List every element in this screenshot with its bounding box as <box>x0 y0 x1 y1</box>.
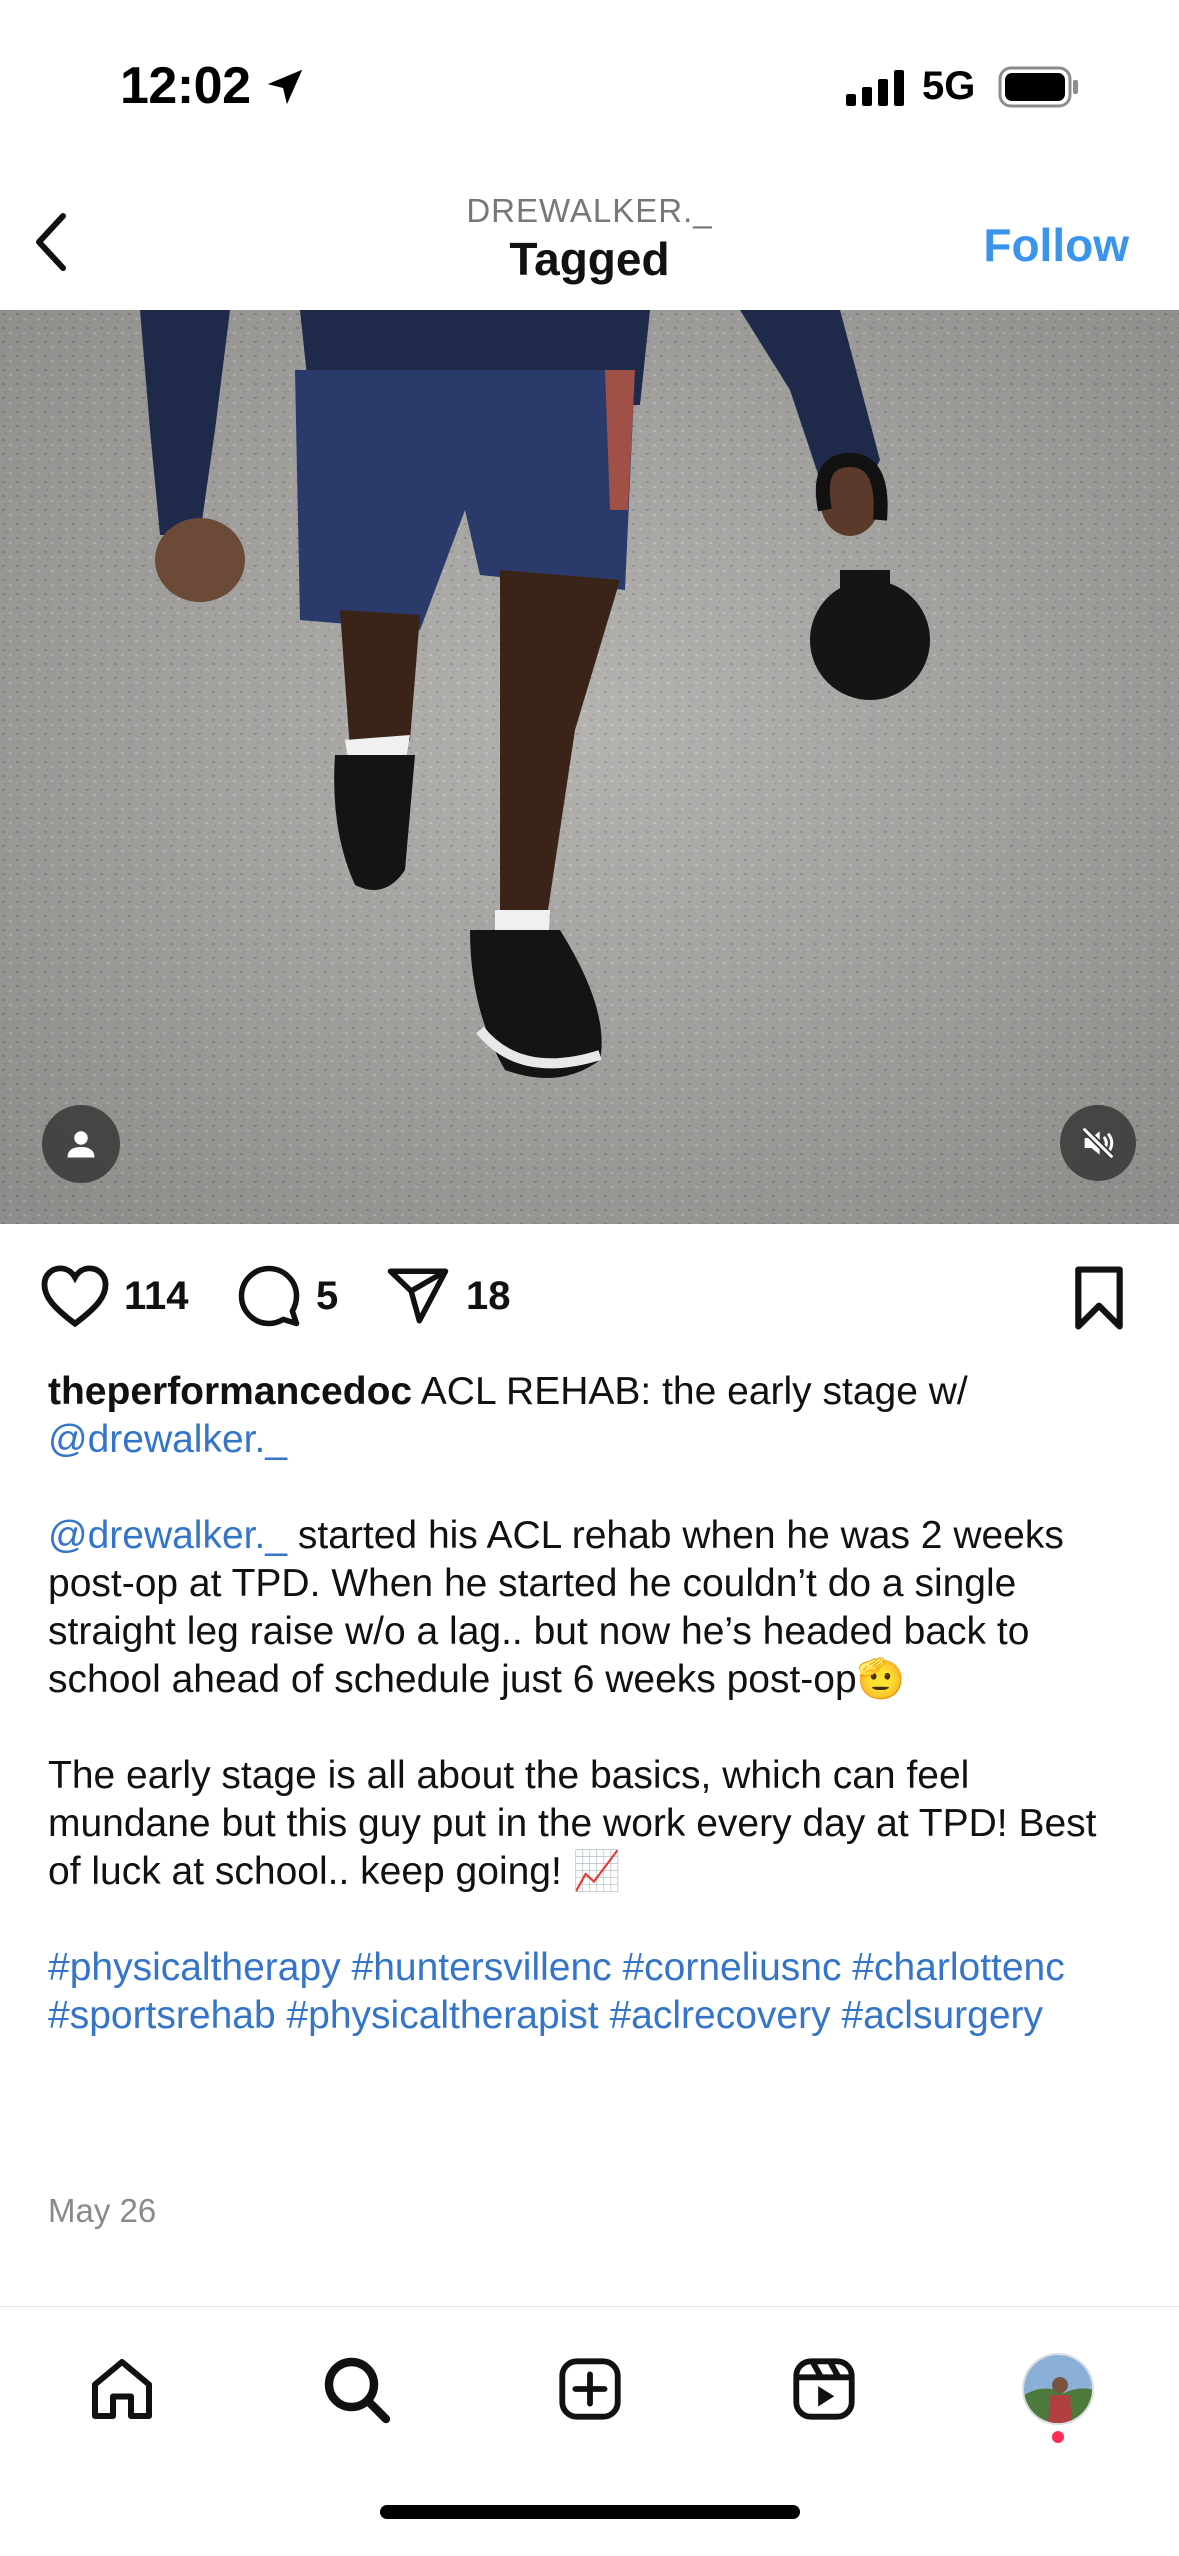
comment-action: 5 <box>236 1262 338 1330</box>
profile-avatar <box>1022 2353 1094 2425</box>
caption-username[interactable]: theperformancedoc <box>48 1370 412 1413</box>
tagged-people-button[interactable] <box>42 1105 120 1183</box>
signal-bars-icon <box>846 70 904 106</box>
comment-count[interactable]: 5 <box>316 1274 338 1319</box>
speaker-muted-icon <box>1082 1127 1114 1159</box>
network-type: 5G <box>922 64 976 108</box>
post-actions: 114 5 18 <box>0 1224 1179 1368</box>
like-count[interactable]: 114 <box>124 1274 189 1319</box>
post-date: May 26 <box>48 2192 157 2229</box>
share-action: 18 <box>384 1262 511 1330</box>
post-media[interactable] <box>0 310 1179 1224</box>
caption-intro-text: ACL REHAB: the early stage w/ <box>420 1370 968 1413</box>
nav-home[interactable] <box>82 2349 162 2429</box>
caption-paragraph-2: The early stage is all about the basics,… <box>48 1754 1097 1893</box>
post-caption: theperformancedoc ACL REHAB: the early s… <box>48 1368 1138 2088</box>
bookmark-icon[interactable] <box>1068 1264 1130 1332</box>
caption-mention[interactable]: @drewalker._ <box>48 1514 287 1557</box>
status-bar: 12:02 5G <box>0 0 1179 170</box>
caption-intro: theperformancedoc ACL REHAB: the early s… <box>48 1368 1138 1464</box>
battery-icon <box>998 66 1078 108</box>
heart-icon[interactable] <box>40 1264 110 1328</box>
like-action: 114 <box>40 1262 189 1330</box>
home-indicator <box>380 2505 800 2519</box>
create-plus-icon <box>559 2358 621 2420</box>
nav-profile[interactable] <box>1018 2349 1098 2429</box>
share-count[interactable]: 18 <box>466 1274 511 1319</box>
nav-search[interactable] <box>316 2349 396 2429</box>
follow-button[interactable]: Follow <box>983 218 1129 272</box>
caption-paragraph-1: @drewalker._ started his ACL rehab when … <box>48 1512 1138 1704</box>
paper-plane-icon[interactable] <box>384 1263 452 1329</box>
header: DREWALKER._ Tagged Follow <box>0 170 1179 310</box>
comment-bubble-icon[interactable] <box>236 1263 302 1329</box>
caption-intro-mention[interactable]: @drewalker._ <box>48 1418 287 1461</box>
nav-create[interactable] <box>550 2349 630 2429</box>
status-time: 12:02 <box>120 57 251 115</box>
caption-hashtags[interactable]: #physicaltherapy #huntersvillenc #cornel… <box>48 1944 1138 2040</box>
video-frame <box>0 310 1179 1224</box>
mute-toggle-button[interactable] <box>1060 1105 1136 1181</box>
person-icon <box>67 1131 95 1158</box>
notification-dot <box>1052 2431 1064 2443</box>
location-arrow-icon <box>267 69 303 105</box>
reels-icon <box>793 2358 855 2420</box>
search-icon <box>324 2357 391 2424</box>
home-icon <box>92 2359 152 2419</box>
nav-reels[interactable] <box>784 2349 864 2429</box>
